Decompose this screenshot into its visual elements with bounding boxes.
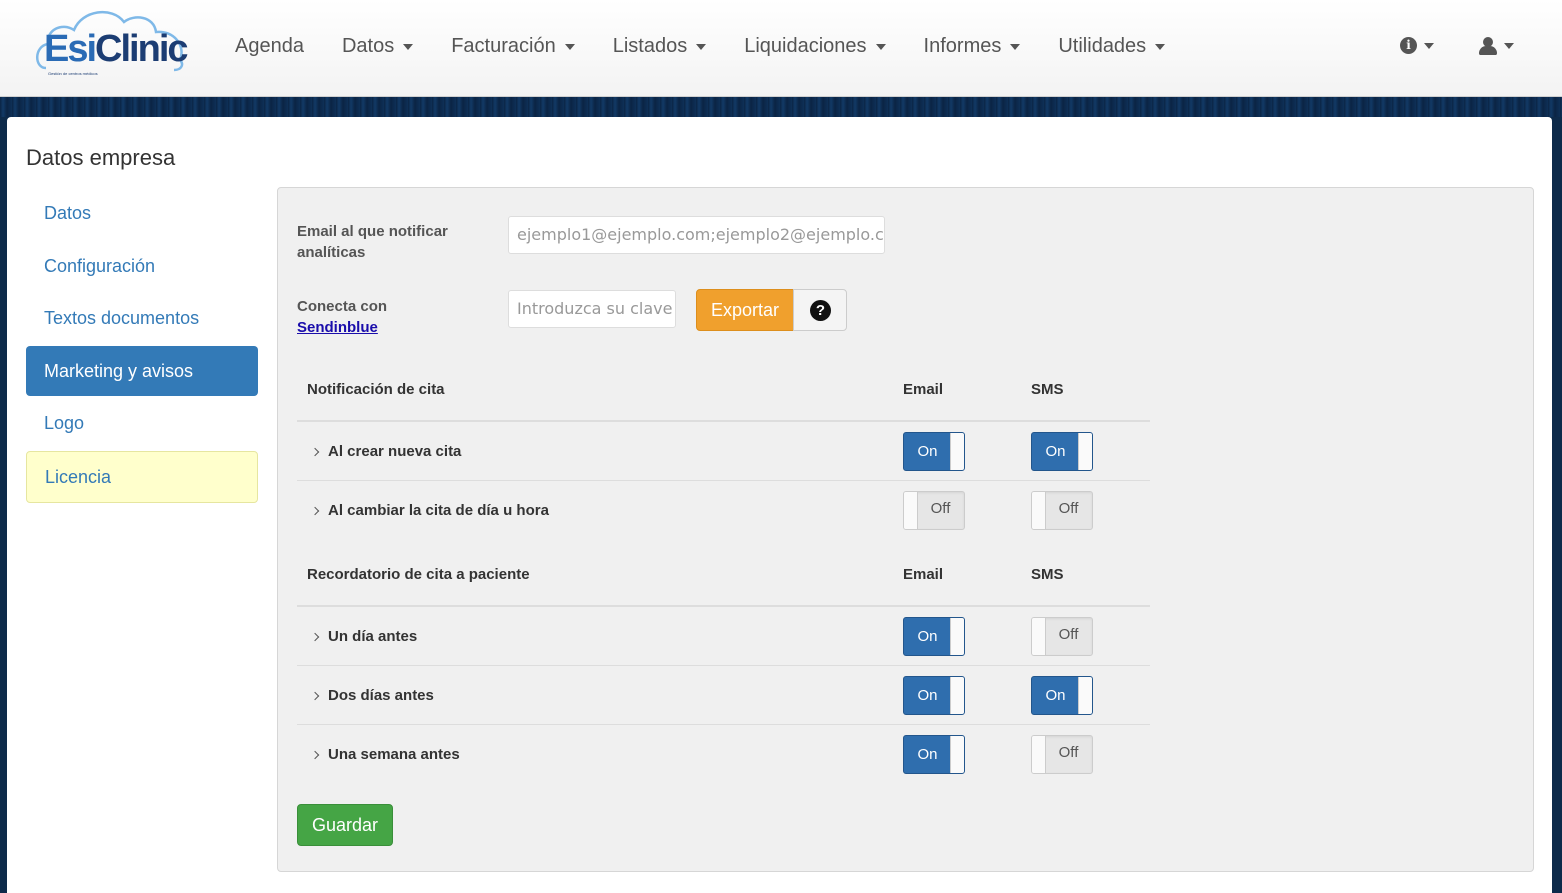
sms-column-header: SMS [1031,381,1064,398]
table-row: Al crear nueva cita On On [297,422,1150,481]
app-logo[interactable]: EsiClinic Gestión de centros médicos [34,6,190,82]
sms-toggle[interactable]: On [1031,432,1093,471]
sidebar: Datos Configuración Textos documentos Ma… [26,188,258,505]
sms-column-header: SMS [1031,566,1064,583]
caret-down-icon [564,43,575,50]
chevron-right-icon [310,691,320,701]
sms-toggle[interactable]: Off [1031,491,1093,530]
header-band [0,97,1562,117]
row-expander[interactable]: Una semana antes [310,725,460,784]
caret-down-icon [875,43,886,50]
caret-down-icon [1504,43,1514,49]
question-circle-icon: ? [810,300,831,321]
caret-down-icon [1155,43,1166,50]
sidebar-item-datos[interactable]: Datos [26,188,258,238]
sidebar-item-configuracion[interactable]: Configuración [26,241,258,291]
email-toggle[interactable]: On [903,617,965,656]
marketing-panel: Email al que notificar analíticas ejempl… [277,187,1534,872]
chevron-right-icon [310,447,320,457]
email-toggle[interactable]: On [903,735,965,774]
row-expander[interactable]: Dos días antes [310,666,434,725]
email-input[interactable]: ejemplo1@ejemplo.com;ejemplo2@ejemplo.co… [508,216,885,254]
info-icon: i [1400,37,1417,54]
caret-down-icon [403,43,414,50]
nav-datos[interactable]: Datos [342,35,414,58]
table-row: Una semana antes On Off [297,725,1150,784]
email-column-header: Email [903,381,944,398]
nav-informes[interactable]: Informes [924,35,1021,58]
sidebar-item-textos-documentos[interactable]: Textos documentos [26,293,258,343]
api-key-input[interactable]: Introduzca su clave API [508,290,676,328]
info-menu[interactable]: i [1400,37,1434,54]
chevron-right-icon [310,506,320,516]
nav-liquidaciones[interactable]: Liquidaciones [744,35,886,58]
table-row: Un día antes On Off [297,607,1150,666]
reminder-table: Recordatorio de cita a paciente Email SM… [297,559,1150,784]
nav-utilidades[interactable]: Utilidades [1058,35,1166,58]
logo-tagline: Gestión de centros médicos [48,71,98,76]
nav-listados[interactable]: Listados [613,35,707,58]
caret-down-icon [696,43,707,50]
row-expander[interactable]: Un día antes [310,607,417,666]
sms-toggle[interactable]: On [1031,676,1093,715]
sendinblue-link[interactable]: Sendinblue [297,317,387,338]
logo-text: EsiClinic [44,28,189,70]
notification-header: Notificación de cita [307,381,445,398]
notification-table: Notificación de cita Email SMS Al crear … [297,374,1150,540]
connect-label: Conecta con Sendinblue [297,296,387,338]
user-menu[interactable] [1479,37,1514,55]
reminder-header: Recordatorio de cita a paciente [307,566,530,583]
email-toggle[interactable]: Off [903,491,965,530]
user-icon [1479,37,1497,55]
row-expander[interactable]: Al cambiar la cita de día u hora [310,481,549,540]
sms-toggle[interactable]: Off [1031,617,1093,656]
sidebar-item-logo[interactable]: Logo [26,398,258,448]
email-toggle[interactable]: On [903,432,965,471]
sidebar-item-marketing[interactable]: Marketing y avisos [26,345,258,396]
chevron-right-icon [310,632,320,642]
save-button[interactable]: Guardar [297,804,393,846]
email-label: Email al que notificar analíticas [297,223,448,261]
nav-facturacion[interactable]: Facturación [451,35,575,58]
table-row: Dos días antes On On [297,666,1150,725]
email-toggle[interactable]: On [903,676,965,715]
table-header: Notificación de cita Email SMS [297,374,1150,422]
row-expander[interactable]: Al crear nueva cita [310,422,461,481]
sms-toggle[interactable]: Off [1031,735,1093,774]
help-button[interactable]: ? [793,289,847,331]
main-card: Datos empresa Datos Configuración Textos… [7,117,1552,893]
table-row: Al cambiar la cita de día u hora Off Off [297,481,1150,540]
export-button[interactable]: Exportar [696,289,794,331]
main-menu: Agenda Datos Facturación Listados Liquid… [235,35,1166,58]
email-column-header: Email [903,566,944,583]
chevron-right-icon [310,750,320,760]
table-header: Recordatorio de cita a paciente Email SM… [297,559,1150,607]
caret-down-icon [1010,43,1021,50]
nav-agenda[interactable]: Agenda [235,35,304,58]
sidebar-item-licencia[interactable]: Licencia [26,450,258,503]
page-title: Datos empresa [26,145,176,170]
top-navbar: EsiClinic Gestión de centros médicos Age… [0,0,1562,97]
connect-text: Conecta con [297,298,388,315]
caret-down-icon [1424,42,1434,49]
